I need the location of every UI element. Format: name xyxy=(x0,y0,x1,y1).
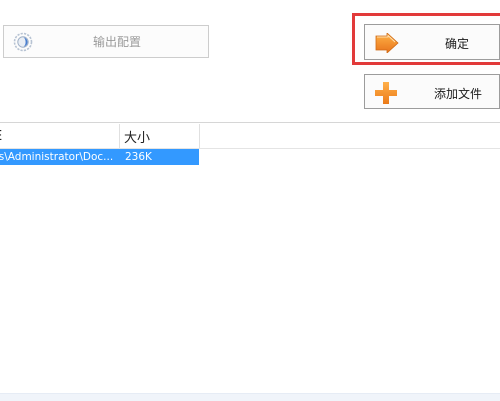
column-header-size[interactable]: 大小 xyxy=(120,124,200,148)
output-config-label: 输出配置 xyxy=(92,35,141,49)
column-header-name[interactable]: E xyxy=(0,124,120,148)
table-row[interactable]: ers\Administrator\Doc... 236K xyxy=(0,149,199,165)
output-config-button[interactable]: 输出配置 xyxy=(3,25,209,58)
add-file-button[interactable]: 添加文件 xyxy=(364,74,500,109)
file-list-header: E 大小 xyxy=(0,124,500,149)
confirm-label: 确定 xyxy=(445,37,470,51)
confirm-button[interactable]: 确定 xyxy=(364,24,500,60)
file-path-cell: ers\Administrator\Doc... xyxy=(0,151,114,163)
add-file-label: 添加文件 xyxy=(434,87,483,101)
plus-icon xyxy=(375,82,397,104)
arrow-right-icon xyxy=(375,33,399,53)
list-divider xyxy=(0,122,500,123)
file-size-cell: 236K xyxy=(125,151,152,163)
